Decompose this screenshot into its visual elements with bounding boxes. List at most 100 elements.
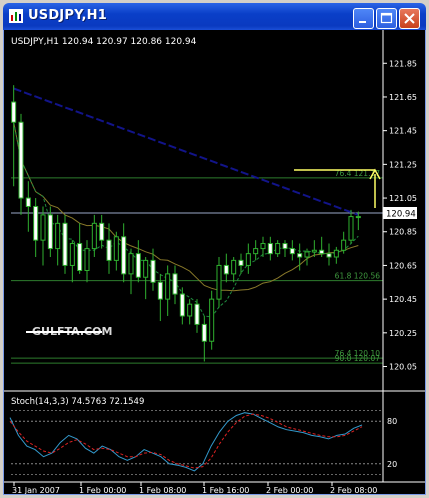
candle-body — [143, 259, 149, 278]
chart-header: USDJPY,H1 120.94 120.97 120.86 120.94 — [11, 37, 197, 47]
price-tick-label: 120.05 — [389, 363, 417, 372]
candle-body — [260, 243, 266, 250]
candle — [253, 240, 259, 261]
candle — [62, 214, 68, 274]
candlesticks — [11, 85, 361, 362]
candle — [282, 240, 288, 258]
candle — [216, 257, 222, 308]
candle — [201, 315, 207, 362]
candle — [341, 231, 347, 254]
candle-body — [297, 253, 303, 258]
time-axis: 31 Jan 2007 1 Feb 00:00 1 Feb 08:00 1 Feb 1… — [12, 482, 377, 495]
candle-body — [223, 264, 229, 275]
close-icon — [404, 13, 415, 24]
title-bar[interactable]: USDJPY,H1 — [3, 3, 426, 30]
candle-body — [289, 248, 295, 255]
minimize-button[interactable] — [353, 8, 374, 29]
candle — [11, 85, 17, 187]
candle-body — [18, 121, 24, 199]
candle-body — [245, 253, 251, 266]
time-tick-label: 31 Jan 2007 — [12, 486, 60, 494]
candle — [348, 209, 354, 244]
candle — [25, 181, 31, 232]
candle-body — [99, 222, 105, 241]
price-tick-label: 120.25 — [389, 329, 417, 338]
candle-body — [113, 236, 119, 261]
candle-body — [267, 243, 273, 255]
candle-body — [157, 281, 163, 300]
candle-body — [121, 236, 127, 275]
candle-body — [304, 251, 310, 258]
candle-body — [150, 259, 156, 283]
candle — [223, 253, 229, 283]
candle-body — [348, 216, 354, 241]
current-price-label: 120.94 — [386, 210, 416, 220]
fib-label: 90.0 120.07 — [335, 354, 381, 363]
candle — [69, 240, 75, 283]
candle — [172, 265, 178, 305]
candle-body — [201, 323, 207, 342]
candle — [33, 198, 39, 258]
candle-body — [275, 243, 281, 255]
stoch-tick-label: 20 — [387, 460, 397, 469]
candle-body — [69, 243, 75, 266]
price-tick-label: 121.45 — [389, 127, 417, 136]
candle — [40, 206, 46, 266]
price-tick-label: 120.65 — [389, 261, 417, 270]
time-tick-label: 1 Feb 00:00 — [79, 486, 126, 494]
candle-body — [179, 293, 185, 317]
candle-body — [282, 243, 288, 250]
price-tick-label: 121.25 — [389, 160, 417, 169]
candle-body — [62, 222, 68, 266]
candle-body — [172, 273, 178, 295]
price-tick-label: 120.45 — [389, 295, 417, 304]
time-tick-label: 1 Feb 08:00 — [139, 486, 186, 494]
candle — [113, 231, 119, 271]
candle-body — [135, 253, 141, 278]
maximize-button[interactable] — [376, 8, 397, 29]
time-tick-label: 1 Feb 16:00 — [202, 486, 249, 494]
candle-body — [40, 214, 46, 241]
candle — [260, 236, 266, 258]
candle-body — [326, 253, 332, 258]
candle — [18, 113, 24, 215]
candle-body — [253, 248, 259, 255]
candle-body — [333, 249, 339, 258]
stoch-line-signal — [9, 413, 363, 469]
chart-window-icon — [9, 9, 23, 23]
candle-body — [33, 205, 39, 241]
candle-body — [77, 243, 83, 271]
candle-body — [11, 101, 17, 123]
stoch-tick-label: 80 — [387, 417, 397, 426]
price-chart[interactable]: 76.4 121.1761.8 120.5676.4 120.1090.0 12… — [4, 30, 425, 495]
candle — [267, 236, 273, 261]
chart-frame: 76.4 121.17 61.8 120.56 76.4 120.10 90.0 12… — [3, 30, 426, 495]
candle-body — [194, 303, 200, 325]
candle — [121, 223, 127, 283]
candle-body — [209, 298, 215, 342]
candle — [326, 243, 332, 266]
candle-body — [231, 259, 237, 275]
current-price-tag: 120.94 — [383, 207, 417, 220]
candle — [333, 246, 339, 264]
candle-body — [187, 303, 193, 317]
candle — [135, 240, 141, 283]
moving-average-slow — [13, 87, 359, 216]
price-tick-label: 120.85 — [389, 228, 417, 237]
candle-body — [165, 273, 171, 300]
price-tick-label: 121.85 — [389, 59, 417, 68]
candle — [143, 257, 149, 300]
window-title: USDJPY,H1 — [28, 8, 108, 23]
maximize-icon — [380, 12, 393, 24]
stochastic-oscillator: 80 20 — [9, 410, 397, 475]
candle — [179, 287, 185, 325]
candle-body — [238, 259, 244, 266]
candle — [47, 206, 53, 258]
time-tick-label: 2 Feb 08:00 — [330, 486, 377, 494]
candle — [319, 236, 325, 258]
candle — [275, 240, 281, 258]
candle — [77, 223, 83, 274]
candle-body — [106, 239, 112, 261]
candle-body — [355, 216, 361, 219]
close-button[interactable] — [399, 8, 420, 29]
